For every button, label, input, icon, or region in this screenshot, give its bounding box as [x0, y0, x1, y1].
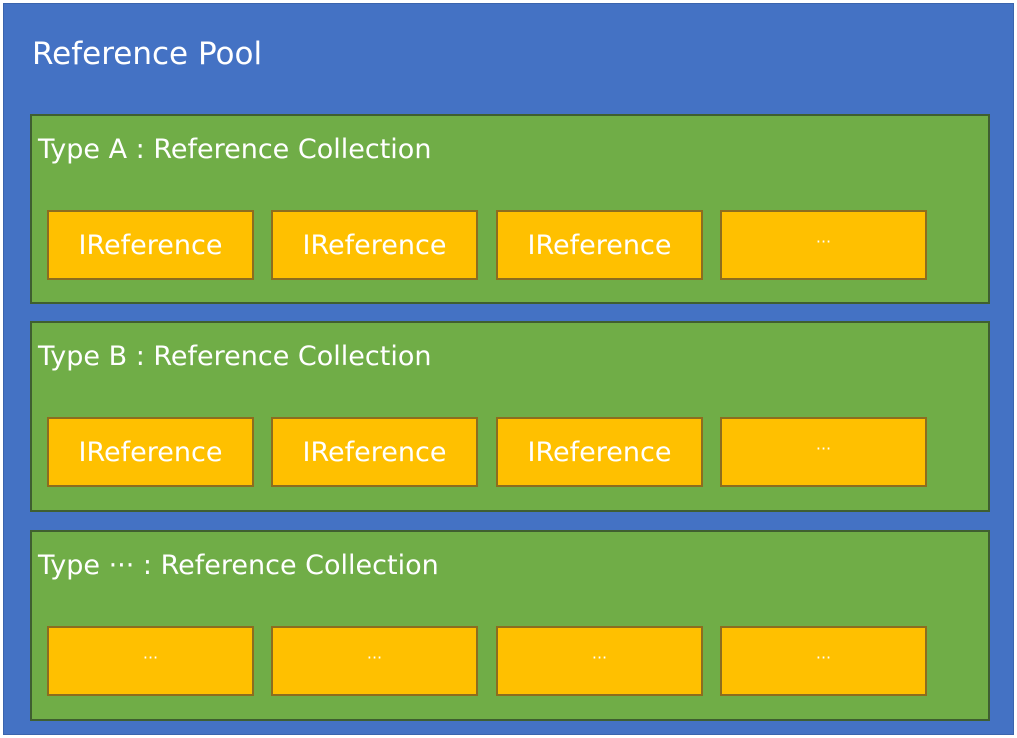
collection-type-b: Type B : Reference Collection IReference… [30, 321, 990, 512]
reference-pool-title: Reference Pool [32, 36, 263, 72]
collection-title: Type B : Reference Collection [38, 341, 432, 372]
reference-item: IReference [47, 417, 254, 487]
reference-item-more: ··· [271, 626, 478, 696]
collection-type-a: Type A : Reference Collection IReference… [30, 114, 990, 304]
reference-item: IReference [47, 210, 254, 280]
reference-item-more: ··· [720, 626, 927, 696]
reference-item: IReference [271, 210, 478, 280]
reference-item: IReference [271, 417, 478, 487]
reference-pool: Reference Pool Type A : Reference Collec… [3, 3, 1014, 735]
reference-item-more: ··· [720, 210, 927, 280]
reference-item-more: ··· [496, 626, 703, 696]
reference-item-more: ··· [720, 417, 927, 487]
reference-item: IReference [496, 210, 703, 280]
reference-item: IReference [496, 417, 703, 487]
collection-title: Type ··· : Reference Collection [38, 550, 439, 581]
reference-item-more: ··· [47, 626, 254, 696]
collection-title: Type A : Reference Collection [38, 134, 432, 165]
collection-type-other: Type ··· : Reference Collection ··· ··· … [30, 530, 990, 721]
